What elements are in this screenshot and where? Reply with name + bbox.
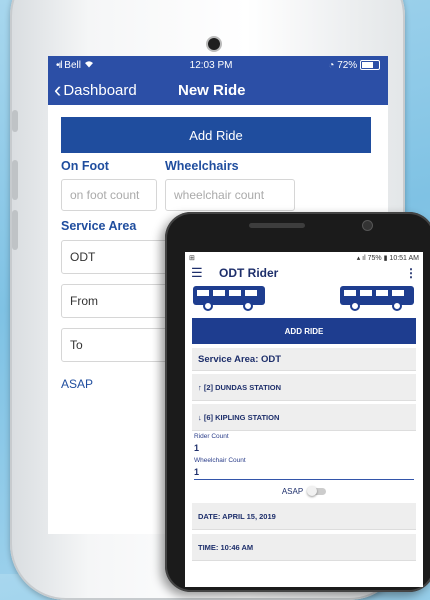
wheelchair-count-value[interactable]: 1 [194,464,414,480]
signal-icon: ▴ ıl [356,255,366,262]
asap-row: ASAP [185,486,423,496]
carrier-name: Bell [64,60,81,71]
on-foot-label: On Foot [61,159,109,173]
time-card[interactable]: TIME: 10:46 AM [192,534,416,561]
page-title: New Ride [178,81,246,99]
from-station-card[interactable]: ↑ [2] DUNDAS STATION [192,374,416,401]
add-ride-button[interactable]: Add Ride [61,117,371,153]
count-inputs: on foot count wheelchair count [61,179,376,211]
android-speaker [249,223,305,228]
service-area-card[interactable]: Service Area: ODT [192,348,416,371]
mute-switch [12,110,18,132]
android-app-bar: ☰ ODT Rider ⋮ [185,264,423,282]
rider-count-field[interactable]: Rider Count 1 [192,431,416,455]
bus-icon [339,285,415,316]
volume-down-button [12,210,18,250]
signal-icon: •ıl [56,60,62,71]
back-label: Dashboard [63,81,137,99]
android-device: ⊞ ▴ ıl 75% ▮ 10:51 AM ☰ ODT Rider ⋮ ADD … [165,212,430,592]
app-title: ODT Rider [219,266,279,280]
android-status-bar: ⊞ ▴ ıl 75% ▮ 10:51 AM [185,252,423,264]
android-time: 10:51 AM [389,255,419,262]
more-icon[interactable]: ⋮ [405,266,417,280]
carrier-signal: •ıl Bell [56,60,94,71]
status-time: 12:03 PM [189,60,233,71]
asap-toggle[interactable] [307,486,327,496]
on-foot-input[interactable]: on foot count [61,179,157,211]
wheelchairs-label: Wheelchairs [165,159,239,173]
android-screen: ⊞ ▴ ıl 75% ▮ 10:51 AM ☰ ODT Rider ⋮ ADD … [185,252,423,587]
to-station-card[interactable]: ↓ [6] KIPLING STATION [192,404,416,431]
wifi-icon [84,60,94,71]
android-battery-percent: 75% [367,255,382,262]
rider-count-value[interactable]: 1 [194,440,414,455]
bus-icon [192,285,266,316]
front-camera [208,38,220,50]
bus-banner [185,282,423,318]
asap-label: ASAP [281,487,304,496]
menu-icon[interactable]: ☰ [191,265,219,281]
android-battery-icon: ▮ [383,255,388,262]
battery-area: ◔ 72% [328,60,380,71]
wheelchairs-input[interactable]: wheelchair count [165,179,295,211]
back-button[interactable]: ‹ Dashboard [48,79,178,101]
android-camera [363,221,372,230]
wheelchair-count-field[interactable]: Wheelchair Count 1 [192,455,416,480]
wheelchair-count-label: Wheelchair Count [194,457,246,464]
volume-up-button [12,160,18,200]
battery-icon [359,60,380,71]
chevron-left-icon: ‹ [54,77,62,102]
add-ride-button[interactable]: ADD RIDE [192,318,416,344]
ios-status-bar: •ıl Bell 12:03 PM ◔ 72% [48,56,388,75]
date-card[interactable]: DATE: APRIL 15, 2019 [192,503,416,530]
count-labels: On Foot Wheelchairs [61,159,376,173]
notification-icon: ⊞ [189,255,195,262]
alarm-icon: ◔ [328,60,335,71]
ios-navigation-bar: ‹ Dashboard New Ride [48,75,388,105]
battery-percent: 72% [337,60,358,71]
status-right: ▴ ıl 75% ▮ 10:51 AM [357,254,419,262]
rider-count-label: Rider Count [194,433,229,440]
